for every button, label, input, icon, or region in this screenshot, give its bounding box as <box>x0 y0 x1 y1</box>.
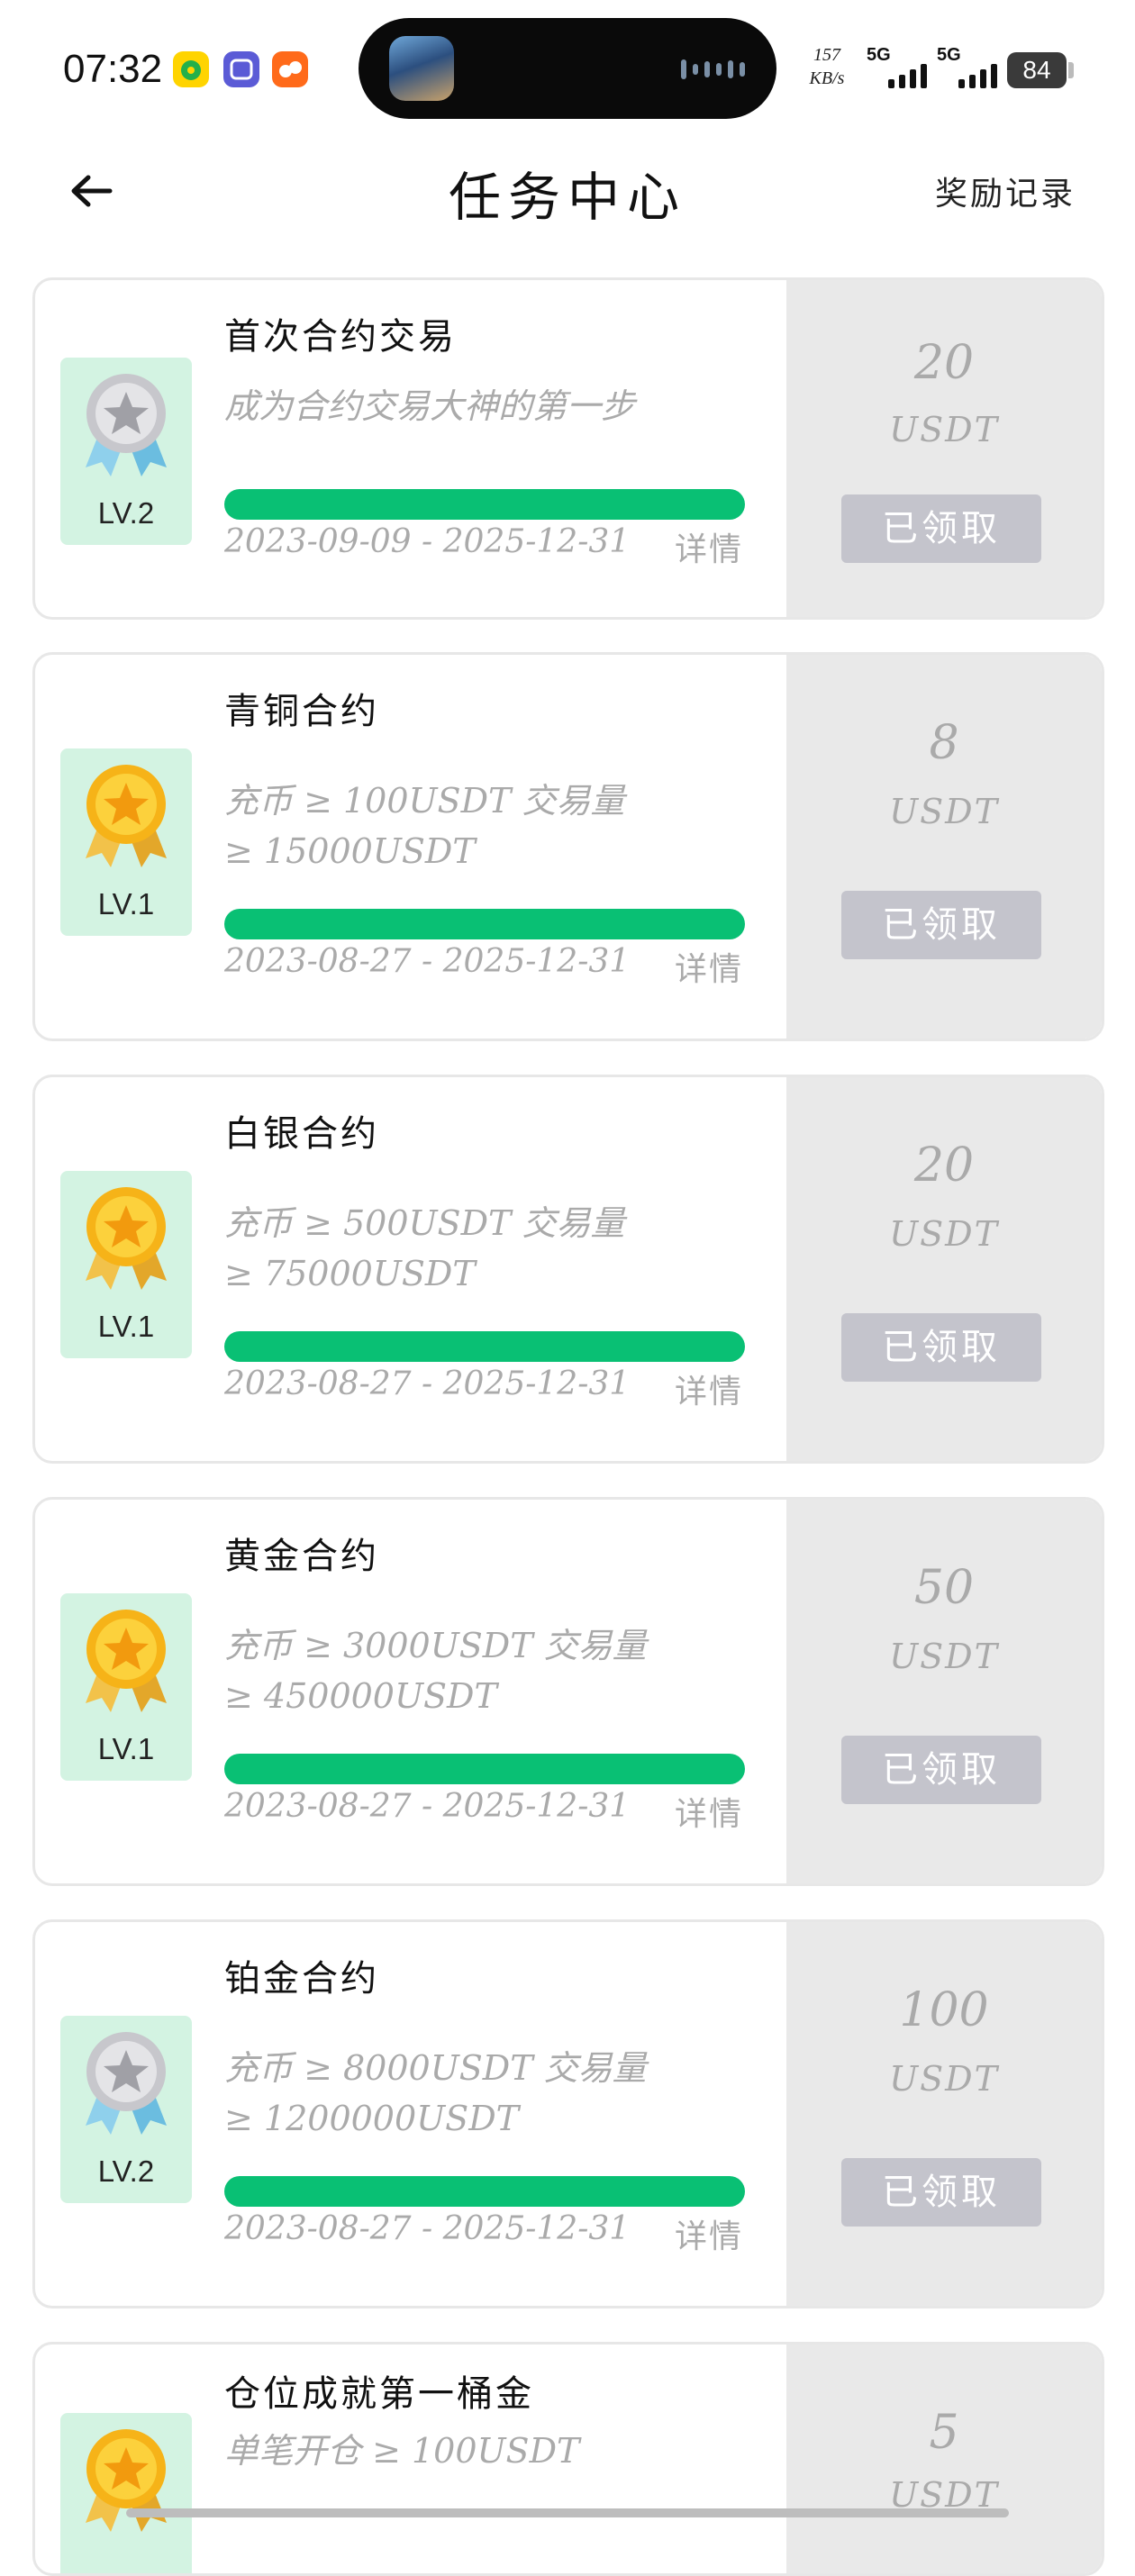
level-badge: LV.1 <box>60 1593 192 1781</box>
level-label: LV.1 <box>97 1732 155 1765</box>
reward-amount: 5 <box>929 2406 959 2460</box>
reward-panel: 5 USDT <box>786 2345 1102 2573</box>
reward-unit: USDT <box>889 410 999 449</box>
tieba-app-icon <box>223 51 259 87</box>
reward-panel: 20 USDT 已领取 <box>786 1077 1102 1461</box>
reward-amount: 20 <box>913 1138 975 1193</box>
reward-panel: 50 USDT 已领取 <box>786 1500 1102 1883</box>
task-name: 黄金合约 <box>224 1536 379 1577</box>
task-card[interactable]: 仓位成就第一桶金单笔开仓 ≥ 100USDT 5 USDT <box>32 2342 1104 2576</box>
level-badge: LV.2 <box>60 358 192 545</box>
claimed-button[interactable]: 已领取 <box>841 891 1041 959</box>
task-description: 充币 ≥ 100USDT 交易量 ≥ 15000USDT <box>224 781 625 871</box>
task-name: 铂金合约 <box>224 1958 379 2000</box>
reward-panel: 100 USDT 已领取 <box>786 1922 1102 2306</box>
level-badge: LV.1 <box>60 1171 192 1358</box>
gold-medal-icon <box>86 765 167 867</box>
home-indicator[interactable] <box>126 2508 1009 2517</box>
network-speed-unit: KB/s <box>809 68 845 88</box>
task-date-range: 2023-08-27 - 2025-12-31 <box>224 1788 631 1825</box>
claimed-button[interactable]: 已领取 <box>841 494 1041 563</box>
task-progress-bar <box>224 909 745 939</box>
task-progress-bar <box>224 1754 745 1784</box>
task-description: 单笔开仓 ≥ 100USDT <box>224 2431 580 2471</box>
sim1-label: 5G <box>867 45 891 65</box>
task-card[interactable]: LV.1 白银合约充币 ≥ 500USDT 交易量 ≥ 75000USDT 2023… <box>32 1075 1104 1464</box>
battery-tip <box>1068 62 1074 78</box>
level-label: LV.1 <box>97 1310 155 1343</box>
task-detail-link[interactable]: 详情 <box>675 943 743 990</box>
media-thumbnail <box>389 36 454 101</box>
task-name: 首次合约交易 <box>224 316 457 358</box>
level-badge: LV.2 <box>60 2016 192 2203</box>
level-badge: LV.1 <box>60 748 192 936</box>
battery-icon: 84 <box>1007 52 1067 88</box>
status-bar: 07:32 157 KB/s 5G 5G 84 <box>0 0 1135 135</box>
task-detail-link[interactable]: 详情 <box>675 2210 743 2257</box>
task-card[interactable]: LV.2 铂金合约充币 ≥ 8000USDT 交易量 ≥ 1200000USDT 2… <box>32 1919 1104 2308</box>
level-label: LV.2 <box>97 496 155 530</box>
chat-app-icon <box>272 51 308 87</box>
task-detail-link[interactable]: 详情 <box>675 1788 743 1835</box>
task-name: 白银合约 <box>224 1113 379 1155</box>
task-progress-bar <box>224 2176 745 2207</box>
reward-unit: USDT <box>889 1637 999 1676</box>
task-detail-link[interactable]: 详情 <box>675 1365 743 1412</box>
reward-amount: 50 <box>913 1561 975 1615</box>
music-app-icon <box>173 51 209 87</box>
task-description: 充币 ≥ 8000USDT 交易量 ≥ 1200000USDT <box>224 2048 647 2138</box>
reward-amount: 100 <box>899 1983 989 2037</box>
reward-records-link[interactable]: 奖励记录 <box>935 168 1076 214</box>
silver-medal-icon <box>86 374 167 476</box>
status-time: 07:32 <box>63 47 163 91</box>
silver-medal-icon <box>86 2032 167 2135</box>
reward-unit: USDT <box>889 792 999 831</box>
task-name: 仓位成就第一桶金 <box>224 2373 534 2415</box>
level-badge <box>60 2413 192 2573</box>
signal-icon: 5G <box>867 45 937 90</box>
task-progress-bar <box>224 1331 745 1362</box>
task-detail-link[interactable]: 详情 <box>675 523 743 570</box>
gold-medal-icon <box>86 1187 167 1290</box>
task-name: 青铜合约 <box>224 691 379 732</box>
task-progress-bar <box>224 489 745 520</box>
reward-unit: USDT <box>889 1214 999 1254</box>
sim2-label: 5G <box>937 45 961 65</box>
task-card[interactable]: LV.2 首次合约交易成为合约交易大神的第一步 2023-09-09 - 2025-… <box>32 277 1104 620</box>
task-date-range: 2023-09-09 - 2025-12-31 <box>224 523 631 560</box>
gold-medal-icon <box>86 1610 167 1712</box>
task-card[interactable]: LV.1 黄金合约充币 ≥ 3000USDT 交易量 ≥ 450000USDT 20… <box>32 1497 1104 1886</box>
level-label: LV.2 <box>97 2154 155 2188</box>
claimed-button[interactable]: 已领取 <box>841 1736 1041 1804</box>
reward-panel: 8 USDT 已领取 <box>786 655 1102 1039</box>
task-description: 充币 ≥ 500USDT 交易量 ≥ 75000USDT <box>224 1203 625 1293</box>
reward-panel: 20 USDT 已领取 <box>786 280 1102 617</box>
level-label: LV.1 <box>97 887 155 921</box>
claimed-button[interactable]: 已领取 <box>841 1313 1041 1382</box>
network-speed: 157 KB/s <box>802 43 852 90</box>
task-date-range: 2023-08-27 - 2025-12-31 <box>224 1365 631 1402</box>
task-description: 充币 ≥ 3000USDT 交易量 ≥ 450000USDT <box>224 1626 647 1716</box>
signal-icon: 5G <box>937 45 1007 90</box>
audio-wave-icon <box>681 59 745 79</box>
gold-medal-icon <box>86 2429 167 2532</box>
dynamic-island[interactable] <box>359 18 776 119</box>
claimed-button[interactable]: 已领取 <box>841 2158 1041 2227</box>
reward-amount: 20 <box>913 336 975 390</box>
task-date-range: 2023-08-27 - 2025-12-31 <box>224 2210 631 2247</box>
task-card[interactable]: LV.1 青铜合约充币 ≥ 100USDT 交易量 ≥ 15000USDT 2023… <box>32 652 1104 1041</box>
task-date-range: 2023-08-27 - 2025-12-31 <box>224 943 631 980</box>
network-speed-value: 157 <box>813 45 840 65</box>
reward-unit: USDT <box>889 2059 999 2099</box>
task-description: 成为合约交易大神的第一步 <box>224 386 636 426</box>
reward-amount: 8 <box>929 716 959 770</box>
